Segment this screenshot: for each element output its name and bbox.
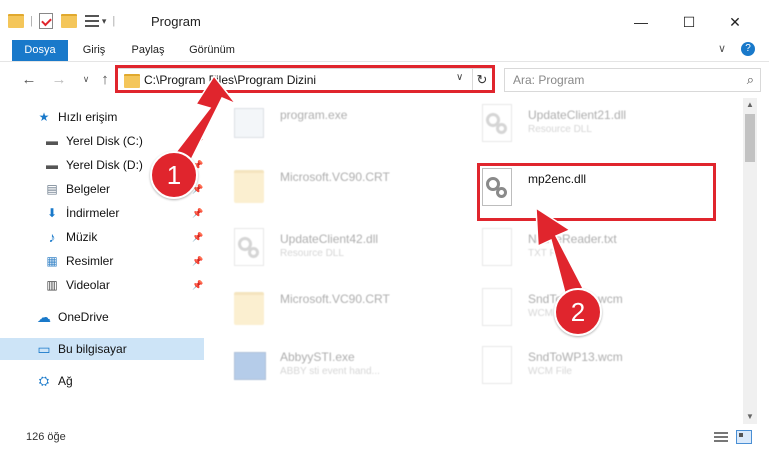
step-badge-1: 1	[150, 151, 198, 199]
arrow-2	[535, 206, 585, 299]
annotation-arrows	[167, 74, 585, 299]
step-badge-2: 2	[554, 288, 602, 336]
